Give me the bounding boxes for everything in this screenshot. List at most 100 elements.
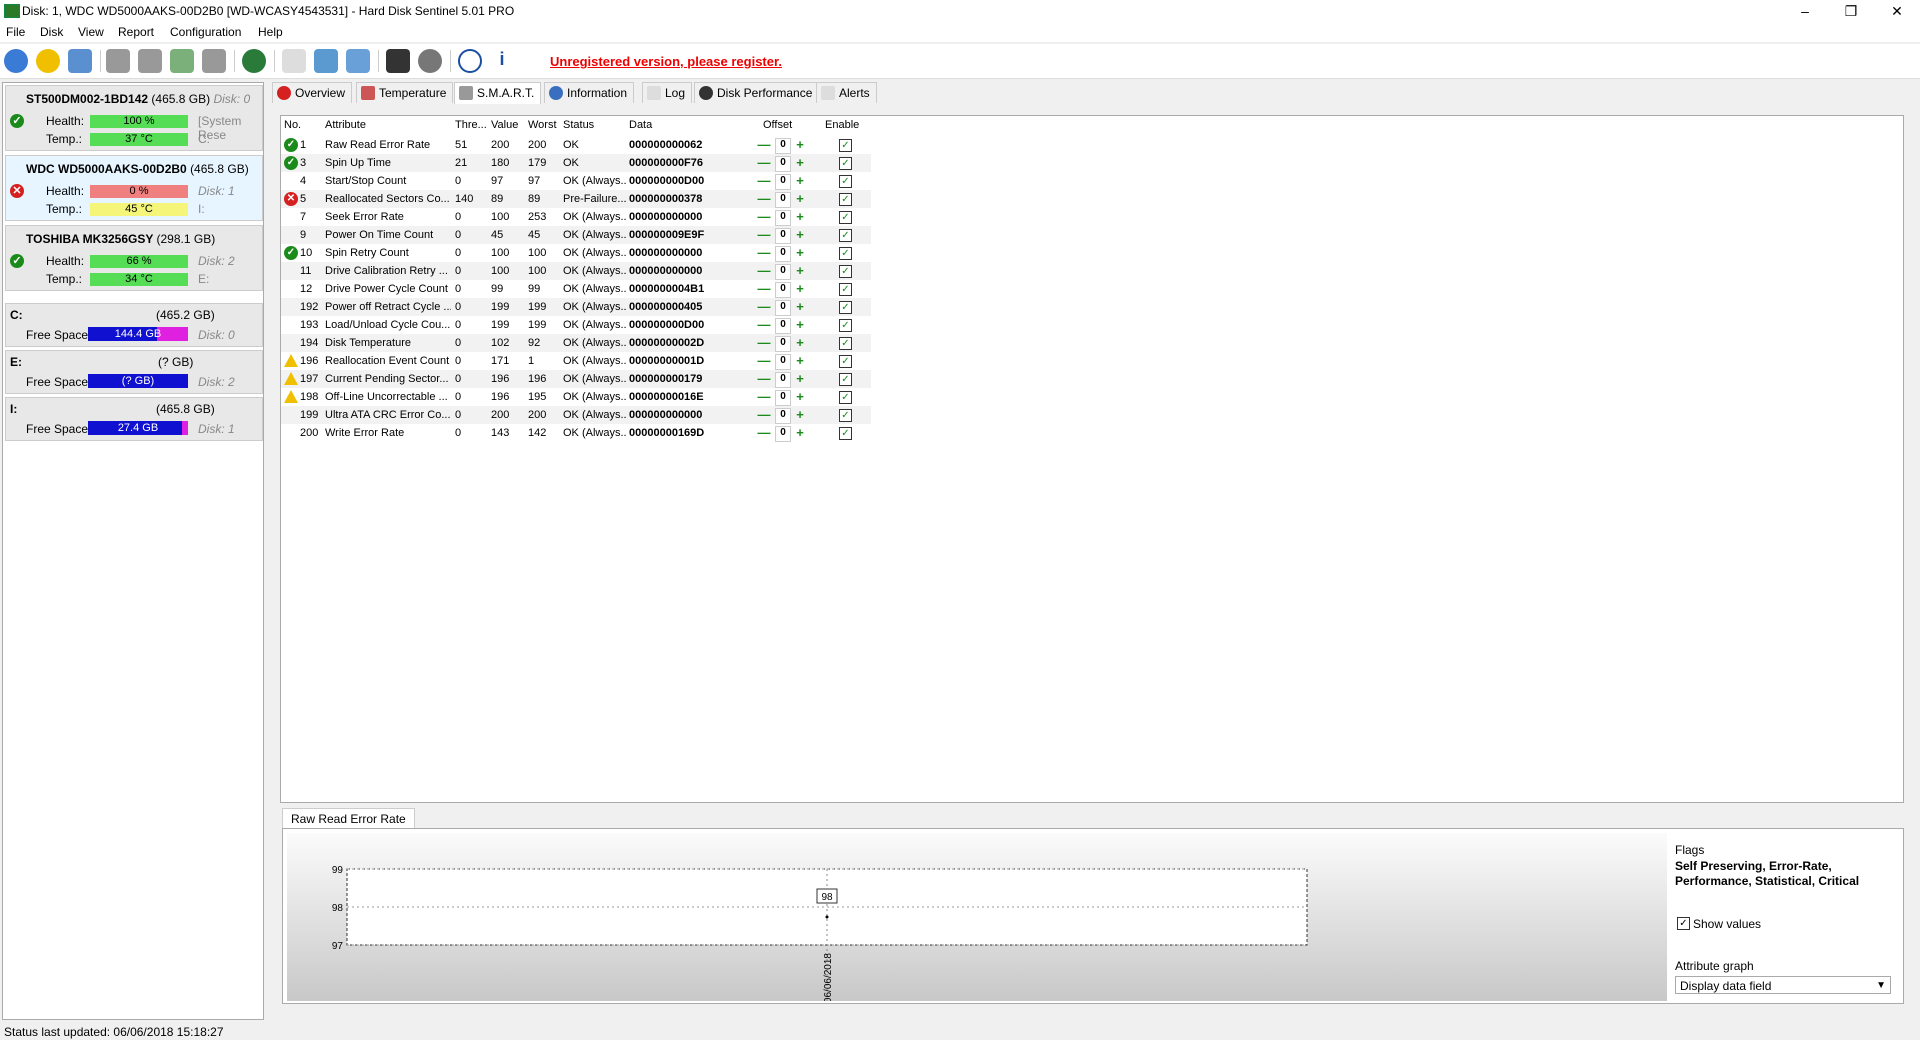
tab-smart[interactable]: S.M.A.R.T.	[454, 82, 542, 104]
table-row[interactable]: 12 Drive Power Cycle Count 0 99 99 OK (Always…	[281, 280, 871, 298]
offset-minus-button[interactable]: —	[757, 354, 771, 368]
offset-minus-button[interactable]: —	[757, 300, 771, 314]
table-row[interactable]: 7 Seek Error Rate 0 100 253 OK (Always... 0000…	[281, 208, 871, 226]
offset-plus-button[interactable]: +	[793, 354, 807, 368]
table-row[interactable]: 196 Reallocation Event Count 0 171 1 OK (Alwa…	[281, 352, 871, 370]
settings-icon[interactable]	[418, 49, 442, 73]
table-row[interactable]: ✓ 1 Raw Read Error Rate 51 200 200 OK 000000000…	[281, 136, 871, 154]
table-row[interactable]: 197 Current Pending Sector... 0 196 196 OK (A…	[281, 370, 871, 388]
offset-plus-button[interactable]: +	[793, 282, 807, 296]
offset-plus-button[interactable]: +	[793, 210, 807, 224]
unregistered-link[interactable]: Unregistered version, please register.	[550, 54, 782, 69]
enable-checkbox[interactable]: ✓	[839, 427, 852, 440]
offset-minus-button[interactable]: —	[757, 156, 771, 170]
enable-checkbox[interactable]: ✓	[839, 283, 852, 296]
table-row[interactable]: ✓ 3 Spin Up Time 21 180 179 OK 000000000F76—0 + ✓	[281, 154, 871, 172]
offset-plus-button[interactable]: +	[793, 156, 807, 170]
globe-icon[interactable]	[242, 49, 266, 73]
offset-minus-button[interactable]: —	[757, 336, 771, 350]
menu-report[interactable]: Report	[118, 25, 154, 39]
enable-checkbox[interactable]: ✓	[839, 391, 852, 404]
enable-checkbox[interactable]: ✓	[839, 229, 852, 242]
offset-plus-button[interactable]: +	[793, 390, 807, 404]
menu-configuration[interactable]: Configuration	[170, 25, 241, 39]
offset-plus-button[interactable]: +	[793, 174, 807, 188]
offset-minus-button[interactable]: —	[757, 372, 771, 386]
enable-checkbox[interactable]: ✓	[839, 265, 852, 278]
tab-alerts[interactable]: Alerts	[816, 82, 877, 103]
offset-minus-button[interactable]: —	[757, 408, 771, 422]
table-row[interactable]: 9 Power On Time Count 0 45 45 OK (Always... 00…	[281, 226, 871, 244]
enable-checkbox[interactable]: ✓	[839, 157, 852, 170]
enable-checkbox[interactable]: ✓	[839, 301, 852, 314]
restore-button[interactable]: ❐	[1828, 0, 1874, 22]
table-row[interactable]: 4 Start/Stop Count 0 97 97 OK (Always... 00000…	[281, 172, 871, 190]
disk-item-2[interactable]: TOSHIBA MK3256GSY (298.1 GB) ✓ Health: 6…	[5, 225, 263, 291]
offset-plus-button[interactable]: +	[793, 372, 807, 386]
disk-item-1[interactable]: WDC WD5000AAKS-00D2B0 (465.8 GB) ✕ Healt…	[5, 155, 263, 221]
enable-checkbox[interactable]: ✓	[839, 373, 852, 386]
table-row[interactable]: 194 Disk Temperature 0 102 92 OK (Always... 00…	[281, 334, 871, 352]
enable-checkbox[interactable]: ✓	[839, 319, 852, 332]
tab-log[interactable]: Log	[642, 82, 693, 103]
enable-checkbox[interactable]: ✓	[839, 409, 852, 422]
document-icon[interactable]	[282, 49, 306, 73]
menu-file[interactable]: File	[6, 25, 25, 39]
offset-minus-button[interactable]: —	[757, 282, 771, 296]
menu-view[interactable]: View	[78, 25, 104, 39]
offset-minus-button[interactable]: —	[757, 174, 771, 188]
table-row[interactable]: 198 Off-Line Uncorrectable ... 0 196 195 OK (…	[281, 388, 871, 406]
tab-overview[interactable]: Overview	[272, 82, 353, 103]
offset-minus-button[interactable]: —	[757, 228, 771, 242]
close-button[interactable]: ✕	[1874, 0, 1920, 22]
table-row[interactable]: 192 Power off Retract Cycle ... 0 199 199 OK …	[281, 298, 871, 316]
alert-icon[interactable]	[36, 49, 60, 73]
offset-plus-button[interactable]: +	[793, 426, 807, 440]
volume-item-c[interactable]: C: (465.2 GB) Free Space 144.4 GB Disk: …	[5, 303, 263, 347]
enable-checkbox[interactable]: ✓	[839, 211, 852, 224]
offset-minus-button[interactable]: —	[757, 390, 771, 404]
offset-minus-button[interactable]: —	[757, 210, 771, 224]
enable-checkbox[interactable]: ✓	[839, 175, 852, 188]
graph-tab[interactable]: Raw Read Error Rate	[282, 808, 415, 829]
help-icon[interactable]	[458, 49, 482, 73]
report-icon[interactable]	[68, 49, 92, 73]
menu-help[interactable]: Help	[258, 25, 283, 39]
menu-disk[interactable]: Disk	[40, 25, 63, 39]
enable-checkbox[interactable]: ✓	[839, 193, 852, 206]
tab-temperature[interactable]: Temperature	[356, 82, 454, 103]
minimize-button[interactable]: –	[1782, 0, 1828, 22]
volume-item-i[interactable]: I: (465.8 GB) Free Space 27.4 GB Disk: 1	[5, 397, 263, 441]
offset-plus-button[interactable]: +	[793, 318, 807, 332]
offset-minus-button[interactable]: —	[757, 426, 771, 440]
disk-check-icon[interactable]	[170, 49, 194, 73]
offset-minus-button[interactable]: —	[757, 318, 771, 332]
table-row[interactable]: 199 Ultra ATA CRC Error Co... 0 200 200 OK (A…	[281, 406, 871, 424]
enable-checkbox[interactable]: ✓	[839, 337, 852, 350]
disk-tools-icon[interactable]	[202, 49, 226, 73]
offset-minus-button[interactable]: —	[757, 138, 771, 152]
table-row[interactable]: ✓ 10 Spin Retry Count 0 100 100 OK (Always... 0…	[281, 244, 871, 262]
offset-minus-button[interactable]: —	[757, 264, 771, 278]
show-values-checkbox[interactable]: ✓	[1677, 917, 1690, 930]
offset-plus-button[interactable]: +	[793, 138, 807, 152]
table-row[interactable]: 200 Write Error Rate 0 143 142 OK (Always... 0…	[281, 424, 871, 442]
sync-icon[interactable]	[314, 49, 338, 73]
enable-checkbox[interactable]: ✓	[839, 355, 852, 368]
offset-plus-button[interactable]: +	[793, 264, 807, 278]
offset-plus-button[interactable]: +	[793, 408, 807, 422]
offset-plus-button[interactable]: +	[793, 246, 807, 260]
volume-item-e[interactable]: E: (? GB) Free Space (? GB) Disk: 2	[5, 350, 263, 394]
offset-minus-button[interactable]: —	[757, 192, 771, 206]
offset-plus-button[interactable]: +	[793, 300, 807, 314]
table-row[interactable]: 193 Load/Unload Cycle Cou... 0 199 199 OK (Al…	[281, 316, 871, 334]
tab-disk-performance[interactable]: Disk Performance	[694, 82, 820, 103]
tab-information[interactable]: Information	[544, 82, 635, 103]
attribute-graph-select[interactable]: Display data field ▼	[1675, 976, 1891, 994]
offset-minus-button[interactable]: —	[757, 246, 771, 260]
offset-plus-button[interactable]: +	[793, 228, 807, 242]
performance-icon[interactable]	[386, 49, 410, 73]
offset-plus-button[interactable]: +	[793, 336, 807, 350]
enable-checkbox[interactable]: ✓	[839, 139, 852, 152]
table-row[interactable]: ✕ 5 Reallocated Sectors Co... 140 89 89 Pre-Fa…	[281, 190, 871, 208]
